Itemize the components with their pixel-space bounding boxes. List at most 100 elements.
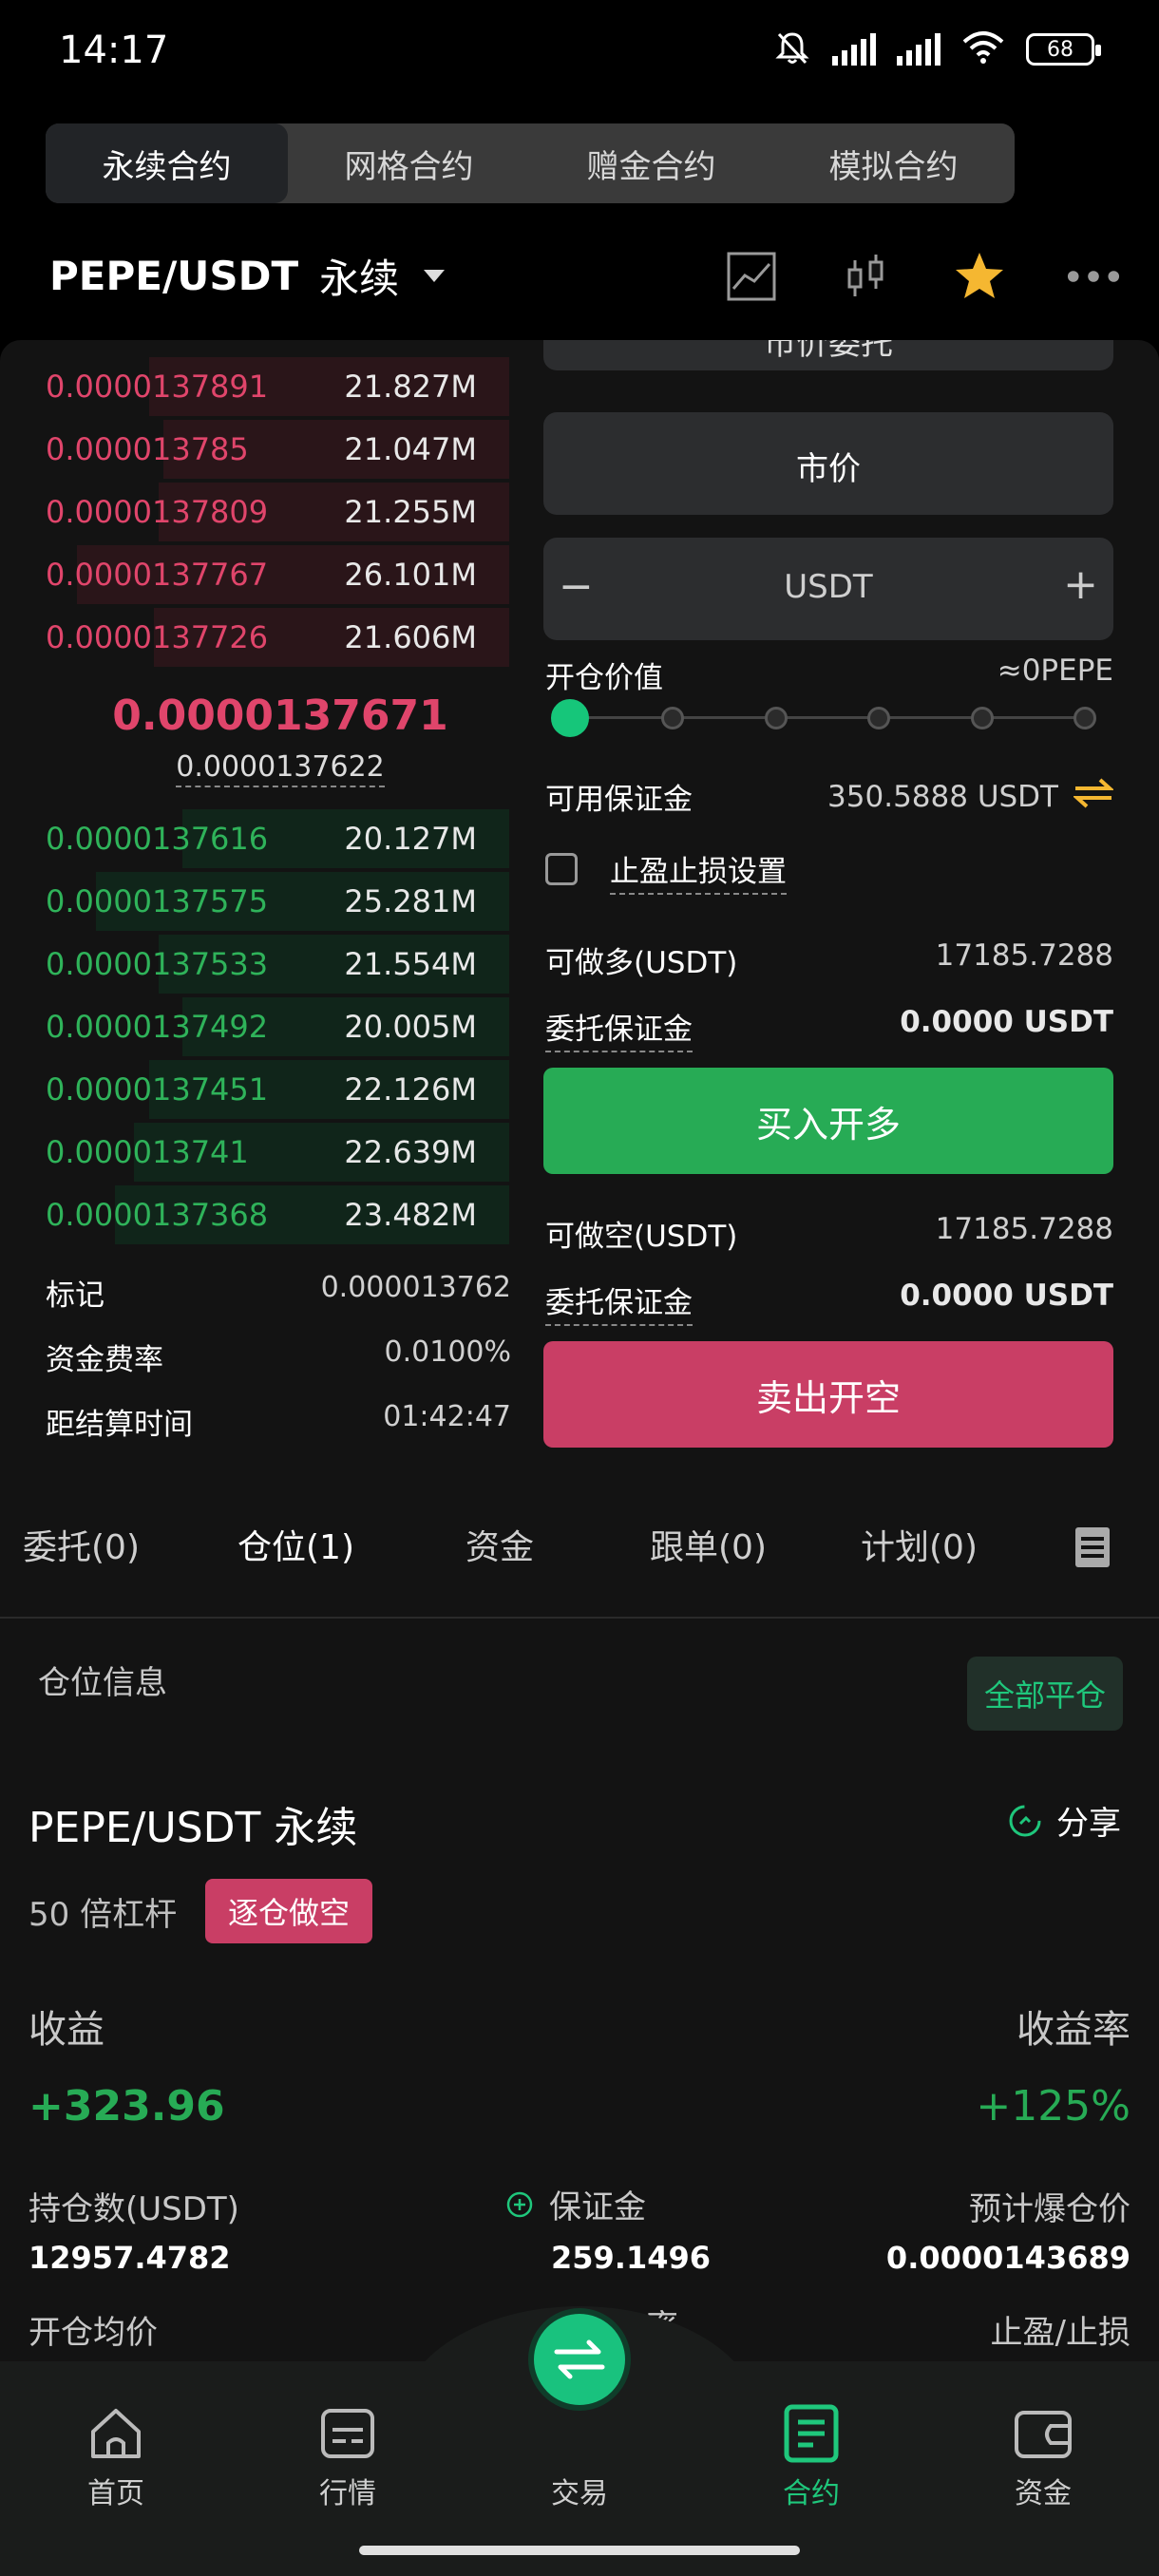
tpsl-label[interactable]: 止盈止损设置 [610, 847, 787, 895]
caret-down-icon [424, 270, 446, 282]
close-all-button[interactable]: 全部平仓 [967, 1657, 1123, 1731]
slider-stop[interactable] [970, 707, 994, 729]
bid-qty: 22.639M [344, 1134, 477, 1170]
candlestick-icon[interactable] [838, 249, 893, 304]
liq-label: 预计爆仓价 [969, 2190, 1130, 2228]
short-margin-label: 委托保证金 [545, 1279, 693, 1326]
nav-markets-label: 行情 [319, 2477, 376, 2510]
tab-grid[interactable]: 网格合约 [288, 123, 530, 203]
bid-row[interactable]: 0.0000137451 22.126M [28, 1060, 509, 1119]
chart-line-icon[interactable] [724, 249, 779, 304]
pnl-rate-label: 收益率 [1016, 2008, 1130, 2052]
nav-assets-label: 资金 [1015, 2477, 1072, 2510]
star-icon[interactable] [952, 249, 1007, 304]
nav-futures-label: 合约 [783, 2477, 840, 2510]
slider-thumb[interactable] [551, 699, 589, 737]
funding-rate-row: 资金费率 0.0100% [46, 1335, 511, 1378]
tab-plans[interactable]: 计划(0) [861, 1520, 978, 1569]
order-tabs: 委托(0) 仓位(1) 资金 跟单(0) 计划(0) [0, 1499, 1159, 1584]
ask-row[interactable]: 0.0000137767 26.101M [28, 545, 509, 604]
tab-bonus[interactable]: 赠金合约 [530, 123, 772, 203]
short-margin-row: 委托保证金 0.0000 USDT [545, 1279, 1113, 1326]
trading-panel: 0.0000137891 21.827M 0.000013785 21.047M… [0, 340, 1159, 2361]
transfer-icon[interactable] [1072, 777, 1115, 817]
max-long-row: 可做多(USDT) 17185.7288 [545, 938, 1113, 981]
mark-price-value: 0.000013762 [320, 1271, 511, 1304]
ask-price: 0.0000137726 [46, 619, 269, 655]
settlement-value: 01:42:47 [383, 1400, 511, 1433]
bid-row[interactable]: 0.0000137575 25.281M [28, 872, 509, 931]
document-icon[interactable] [1075, 1527, 1110, 1571]
nav-home[interactable]: 首页 [49, 2403, 182, 2511]
mute-bell-icon [773, 28, 811, 70]
tpsl-checkbox[interactable] [545, 853, 578, 885]
ask-qty: 21.255M [344, 494, 477, 530]
share-label: 分享 [1056, 1805, 1121, 1843]
nav-home-label: 首页 [87, 2477, 144, 2510]
share-button[interactable]: 分享 [1007, 1797, 1121, 1844]
ask-qty: 21.047M [344, 431, 477, 467]
index-price-value: 0.0000137622 [176, 750, 385, 787]
ask-row[interactable]: 0.0000137726 21.606M [28, 608, 509, 667]
slider-stop[interactable] [661, 707, 685, 729]
margin-adjust[interactable]: 保证金 [505, 2181, 646, 2227]
last-price: 0.0000137671 [112, 691, 448, 740]
plus-circle-icon[interactable] [505, 2190, 534, 2219]
amount-field[interactable]: − USDT + [543, 538, 1113, 640]
tab-copy[interactable]: 跟单(0) [650, 1520, 767, 1569]
nav-futures[interactable]: 合约 [745, 2403, 878, 2511]
tab-perpetual[interactable]: 永续合约 [46, 123, 288, 203]
leverage-slider[interactable] [551, 699, 1096, 737]
bid-qty: 22.126M [344, 1071, 477, 1108]
nav-assets[interactable]: 资金 [977, 2403, 1110, 2511]
ask-price: 0.0000137809 [46, 494, 269, 530]
price-field[interactable]: 市价 [543, 412, 1113, 515]
tab-demo[interactable]: 模拟合约 [772, 123, 1015, 203]
ask-qty: 21.606M [344, 619, 477, 655]
tab-orders[interactable]: 委托(0) [23, 1520, 140, 1569]
home-indicator[interactable] [359, 2546, 800, 2555]
open-value-row: 开仓价值 ≈0PEPE [545, 653, 1113, 696]
tab-positions[interactable]: 仓位(1) [238, 1520, 354, 1569]
slider-stop[interactable] [867, 707, 891, 729]
bid-row[interactable]: 0.0000137616 20.127M [28, 809, 509, 868]
leverage-label: 50 倍杠杆 [28, 1896, 178, 1934]
wallet-icon [1013, 2403, 1074, 2464]
pnl-rate-value: +125% [976, 2082, 1130, 2131]
nav-markets[interactable]: 行情 [281, 2403, 414, 2511]
buy-long-button[interactable]: 买入开多 [543, 1068, 1113, 1174]
ask-row[interactable]: 0.000013785 21.047M [28, 420, 509, 479]
slider-stop[interactable] [764, 707, 788, 729]
bid-row[interactable]: 0.000013741 22.639M [28, 1123, 509, 1182]
max-short-row: 可做空(USDT) 17185.7288 [545, 1212, 1113, 1255]
nav-trade[interactable]: 交易 [513, 2403, 646, 2511]
ask-row[interactable]: 0.0000137891 21.827M [28, 357, 509, 416]
pair-symbol: PEPE/USDT [49, 253, 299, 299]
bid-row[interactable]: 0.0000137368 23.482M [28, 1185, 509, 1244]
status-time: 14:17 [59, 28, 169, 72]
order-type-select[interactable]: 市价委托 [543, 340, 1113, 370]
mark-price-row: 标记 0.000013762 [46, 1271, 511, 1314]
more-icon[interactable] [1066, 249, 1121, 304]
funding-rate-value: 0.0100% [384, 1335, 511, 1369]
tpsl-position-label: 止盈/止损 [990, 2314, 1130, 2352]
long-margin-value: 0.0000 USDT [900, 1005, 1113, 1039]
bid-qty: 21.554M [344, 946, 477, 982]
ask-price: 0.000013785 [46, 431, 249, 467]
pair-selector[interactable]: PEPE/USDT 永续 [49, 247, 446, 305]
max-long-value: 17185.7288 [935, 938, 1113, 973]
settlement-row: 距结算时间 01:42:47 [46, 1400, 511, 1443]
entry-label: 开仓均价 [28, 2314, 158, 2352]
trade-fab[interactable] [528, 2308, 631, 2411]
bid-row[interactable]: 0.0000137533 21.554M [28, 935, 509, 994]
liq-value: 0.0000143689 [885, 2240, 1130, 2276]
bid-row[interactable]: 0.0000137492 20.005M [28, 997, 509, 1056]
tab-assets[interactable]: 资金 [466, 1520, 534, 1569]
index-price[interactable]: 0.0000137622 [0, 750, 560, 787]
sell-short-button[interactable]: 卖出开空 [543, 1341, 1113, 1448]
slider-stop[interactable] [1074, 707, 1096, 729]
ask-price: 0.0000137767 [46, 557, 269, 593]
plus-icon[interactable]: + [1063, 560, 1098, 609]
bid-qty: 23.482M [344, 1197, 477, 1233]
ask-row[interactable]: 0.0000137809 21.255M [28, 483, 509, 541]
